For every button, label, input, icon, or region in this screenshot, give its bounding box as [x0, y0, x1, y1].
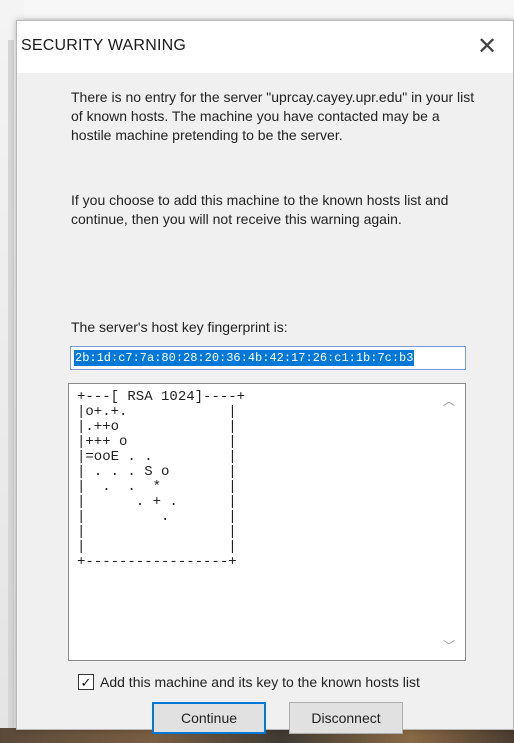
scroll-up-arrow-icon[interactable]: ︿: [443, 392, 455, 409]
disconnect-button[interactable]: Disconnect: [289, 702, 403, 734]
randomart-textbox[interactable]: +---[ RSA 1024]----+ |o+.+. | |.++o | |+…: [68, 383, 466, 661]
randomart-image: +---[ RSA 1024]----+ |o+.+. | |.++o | |+…: [77, 389, 246, 570]
fingerprint-field[interactable]: 2b:1d:c7:7a:80:28:20:36:4b:42:17:26:c1:1…: [70, 346, 466, 370]
close-icon[interactable]: ✕: [471, 31, 503, 63]
dialog-titlebar: SECURITY WARNING ✕: [17, 21, 513, 73]
background-window-edge: [8, 40, 14, 730]
warning-message: There is no entry for the server "uprcay…: [71, 89, 475, 143]
dialog-title: SECURITY WARNING: [21, 37, 186, 54]
add-known-hosts-label[interactable]: Add this machine and its key to the know…: [100, 674, 420, 690]
continue-button[interactable]: Continue: [152, 702, 266, 734]
checkmark-icon: ✓: [80, 674, 92, 690]
fingerprint-label: The server's host key fingerprint is:: [71, 319, 288, 335]
scroll-down-arrow-icon[interactable]: ﹀: [443, 637, 455, 654]
add-known-hosts-option[interactable]: ✓ Add this machine and its key to the kn…: [78, 672, 420, 692]
background-window: [0, 0, 514, 18]
add-known-hosts-checkbox[interactable]: ✓: [78, 674, 94, 690]
fingerprint-value[interactable]: 2b:1d:c7:7a:80:28:20:36:4b:42:17:26:c1:1…: [74, 350, 415, 366]
security-warning-dialog: SECURITY WARNING ✕ There is no entry for…: [16, 20, 514, 734]
add-host-explanation: If you choose to add this machine to the…: [71, 192, 449, 227]
